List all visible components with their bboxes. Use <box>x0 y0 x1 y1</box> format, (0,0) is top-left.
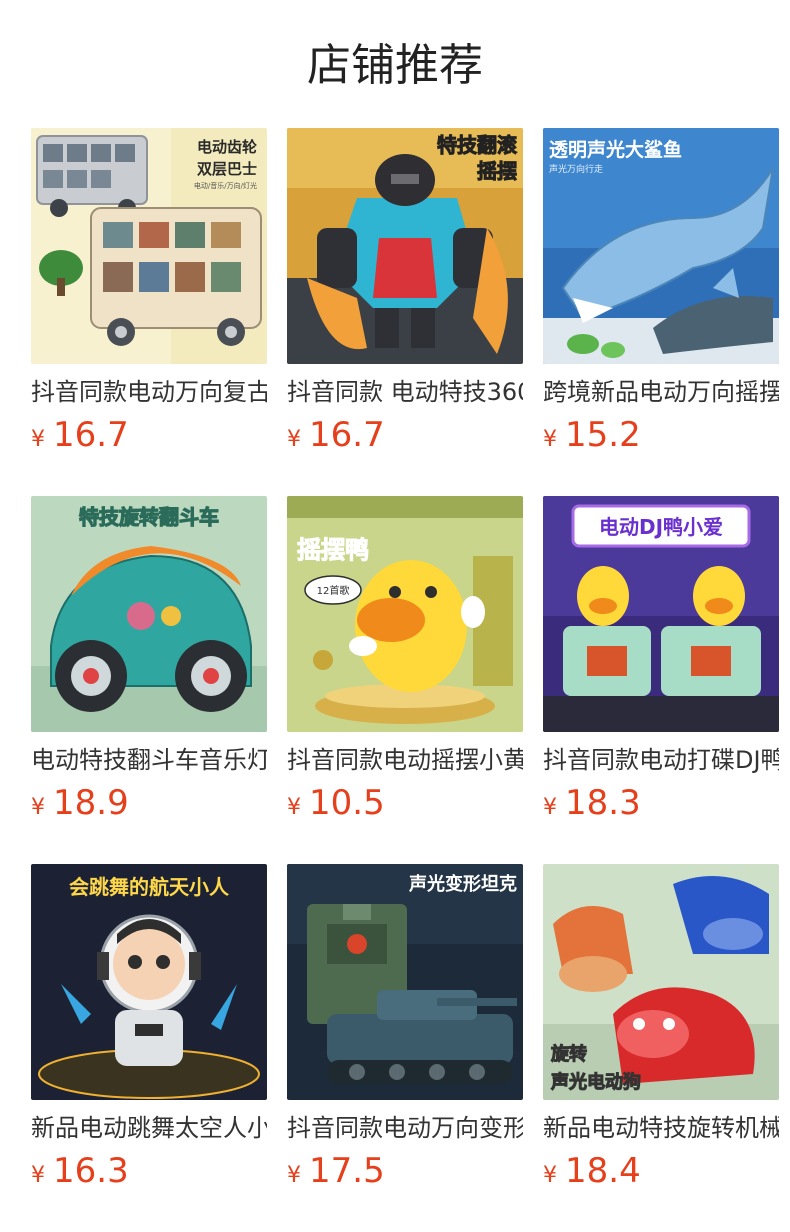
product-name[interactable]: 抖音同款 电动特技360翻滚摇摆 <box>287 374 523 410</box>
robot-dog-image: 旋转 声光电动狗 <box>543 864 779 1100</box>
page-title: 店铺推荐 <box>307 40 483 91</box>
product-price: ¥18.4 <box>543 1149 641 1193</box>
product-image[interactable]: 旋转 声光电动狗 <box>543 864 779 1100</box>
product-image[interactable]: 电动DJ鸭小爱 <box>543 496 779 732</box>
product-grid: 电动齿轮 双层巴士 电动/音乐/万向/灯光 抖音同款电动万向复古双层巴士 ¥16… <box>31 128 781 1208</box>
product-price: ¥15.2 <box>543 413 641 457</box>
svg-text:电动齿轮: 电动齿轮 <box>197 138 257 156</box>
price-value: 15.2 <box>565 415 641 455</box>
svg-text:摇摆鸭: 摇摆鸭 <box>297 536 369 564</box>
product-card[interactable]: 声光变形坦克 抖音同款电动万向变形坦克 ¥17.5 <box>287 864 523 1194</box>
stunt-car-image: 特技旋转翻斗车 <box>31 496 267 732</box>
currency-symbol: ¥ <box>31 427 45 452</box>
product-image[interactable]: 电动齿轮 双层巴士 电动/音乐/万向/灯光 <box>31 128 267 364</box>
product-image[interactable]: 会跳舞的航天小人 <box>31 864 267 1100</box>
gorilla-robot-image: 特技翻滚 摇摆 <box>287 128 523 364</box>
price-value: 16.7 <box>53 415 129 455</box>
product-card[interactable]: 电动DJ鸭小爱 抖音同款电动打碟DJ鸭小爱 ¥18.3 <box>543 496 779 826</box>
product-name[interactable]: 新品电动跳舞太空人小人 <box>31 1110 267 1146</box>
svg-text:声光电动狗: 声光电动狗 <box>550 1071 641 1093</box>
product-price: ¥18.3 <box>543 781 641 825</box>
astronaut-toy-image: 会跳舞的航天小人 <box>31 864 267 1100</box>
price-value: 18.9 <box>53 783 129 823</box>
currency-symbol: ¥ <box>31 1163 45 1188</box>
product-price: ¥16.7 <box>287 413 385 457</box>
product-name[interactable]: 电动特技翻斗车音乐灯光 <box>31 742 267 778</box>
svg-text:特技旋转翻斗车: 特技旋转翻斗车 <box>79 505 219 529</box>
product-card[interactable]: 电动齿轮 双层巴士 电动/音乐/万向/灯光 抖音同款电动万向复古双层巴士 ¥16… <box>31 128 267 458</box>
yellow-duck-image: 摇摆鸭 12首歌 <box>287 496 523 732</box>
product-image[interactable]: 特技旋转翻斗车 <box>31 496 267 732</box>
price-value: 18.3 <box>565 783 641 823</box>
product-card[interactable]: 旋转 声光电动狗 新品电动特技旋转机械狗 ¥18.4 <box>543 864 779 1194</box>
currency-symbol: ¥ <box>543 1163 557 1188</box>
shark-toy-image: 透明声光大鲨鱼 声光万向行走 <box>543 128 779 364</box>
product-price: ¥16.7 <box>31 413 129 457</box>
product-card[interactable]: 透明声光大鲨鱼 声光万向行走 跨境新品电动万向摇摆鲨鱼 ¥15.2 <box>543 128 779 458</box>
product-price: ¥16.3 <box>31 1149 129 1193</box>
bus-toy-image: 电动齿轮 双层巴士 电动/音乐/万向/灯光 <box>31 128 267 364</box>
product-name[interactable]: 抖音同款电动万向复古双层巴士 <box>31 374 267 410</box>
price-value: 17.5 <box>309 1151 385 1191</box>
svg-text:电动DJ鸭小爱: 电动DJ鸭小爱 <box>599 515 723 539</box>
product-card[interactable]: 会跳舞的航天小人 新品电动跳舞太空人小人 ¥16.3 <box>31 864 267 1194</box>
price-value: 16.7 <box>309 415 385 455</box>
product-name[interactable]: 新品电动特技旋转机械狗 <box>543 1110 779 1146</box>
product-price: ¥18.9 <box>31 781 129 825</box>
svg-text:12首歌: 12首歌 <box>317 584 350 597</box>
product-name[interactable]: 抖音同款电动万向变形坦克 <box>287 1110 523 1146</box>
product-name[interactable]: 跨境新品电动万向摇摆鲨鱼 <box>543 374 779 410</box>
product-price: ¥10.5 <box>287 781 385 825</box>
svg-text:声光万向行走: 声光万向行走 <box>549 163 603 175</box>
svg-text:会跳舞的航天小人: 会跳舞的航天小人 <box>69 875 230 899</box>
product-image[interactable]: 透明声光大鲨鱼 声光万向行走 <box>543 128 779 364</box>
svg-text:双层巴士: 双层巴士 <box>197 160 257 178</box>
product-image[interactable]: 摇摆鸭 12首歌 <box>287 496 523 732</box>
svg-text:摇摆: 摇摆 <box>477 159 517 183</box>
currency-symbol: ¥ <box>287 427 301 452</box>
svg-text:电动/音乐/万向/灯光: 电动/音乐/万向/灯光 <box>194 181 257 190</box>
svg-text:旋转: 旋转 <box>550 1043 587 1065</box>
price-value: 16.3 <box>53 1151 129 1191</box>
product-name[interactable]: 抖音同款电动打碟DJ鸭小爱 <box>543 742 779 778</box>
product-image[interactable]: 特技翻滚 摇摆 <box>287 128 523 364</box>
product-card[interactable]: 特技翻滚 摇摆 抖音同款 电动特技360翻滚摇摆 ¥16.7 <box>287 128 523 458</box>
product-price: ¥17.5 <box>287 1149 385 1193</box>
price-value: 10.5 <box>309 783 385 823</box>
product-card[interactable]: 摇摆鸭 12首歌 抖音同款电动摇摆小黄鸭 ¥10.5 <box>287 496 523 826</box>
product-image[interactable]: 声光变形坦克 <box>287 864 523 1100</box>
currency-symbol: ¥ <box>287 1163 301 1188</box>
currency-symbol: ¥ <box>543 427 557 452</box>
product-name[interactable]: 抖音同款电动摇摆小黄鸭 <box>287 742 523 778</box>
currency-symbol: ¥ <box>31 795 45 820</box>
dj-duck-image: 电动DJ鸭小爱 <box>543 496 779 732</box>
product-card[interactable]: 特技旋转翻斗车 电动特技翻斗车音乐灯光 ¥18.9 <box>31 496 267 826</box>
tank-toy-image: 声光变形坦克 <box>287 864 523 1100</box>
svg-text:声光变形坦克: 声光变形坦克 <box>408 873 517 895</box>
currency-symbol: ¥ <box>287 795 301 820</box>
currency-symbol: ¥ <box>543 795 557 820</box>
svg-text:透明声光大鲨鱼: 透明声光大鲨鱼 <box>549 138 682 161</box>
price-value: 18.4 <box>565 1151 641 1191</box>
svg-text:特技翻滚: 特技翻滚 <box>437 133 518 157</box>
